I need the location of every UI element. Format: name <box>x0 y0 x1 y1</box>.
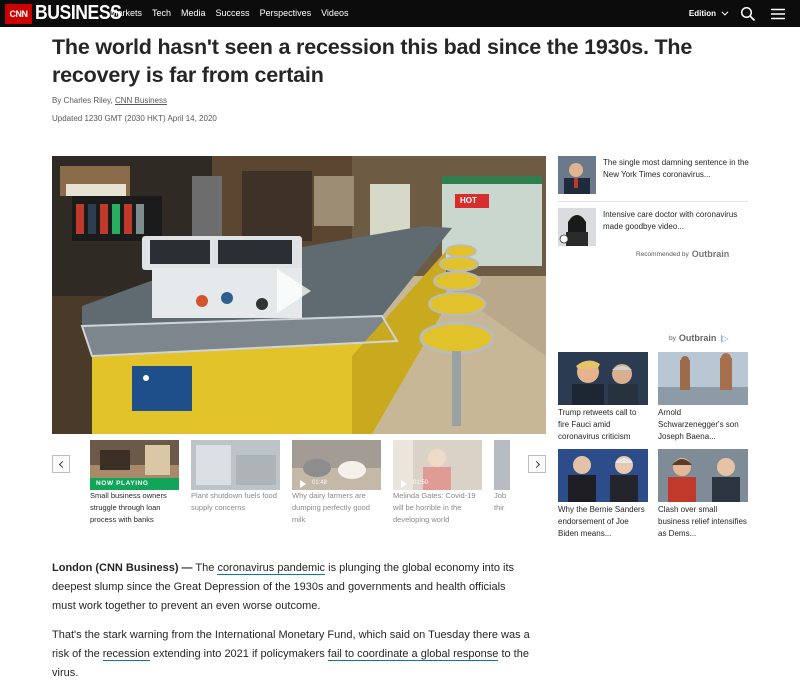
dateline: London (CNN Business) — <box>52 562 193 574</box>
chevron-left-icon <box>58 460 66 468</box>
link-coronavirus-pandemic[interactable]: coronavirus pandemic <box>217 562 326 575</box>
sponsored-card[interactable]: Arnold Schwarzenegger's son Joseph Baena… <box>658 352 748 443</box>
article-paragraph: London (CNN Business) — The coronavirus … <box>52 559 532 616</box>
edition-label: Edition <box>688 9 716 18</box>
card-caption: Arnold Schwarzenegger's son Joseph Baena… <box>658 408 739 441</box>
play-icon[interactable] <box>277 269 311 313</box>
search-icon[interactable] <box>740 6 756 22</box>
carousel-caption: Melinda Gates: Covid-19 will be horrible… <box>393 491 476 524</box>
recommended-item[interactable]: Intensive care doctor with coronavirus m… <box>558 208 750 248</box>
now-playing-badge: NOW PLAYING <box>90 478 179 490</box>
carousel-item[interactable]: 01:48 Why dairy farmers are dumping perf… <box>292 440 381 526</box>
mini-play-icon <box>401 480 407 488</box>
video-duration: 01:50 <box>413 480 429 486</box>
article-paragraph: That's the stark warning from the Intern… <box>52 626 532 681</box>
updated-timestamp: Updated 1230 GMT (2030 HKT) April 14, 20… <box>52 114 217 123</box>
adchoices-icon[interactable]: |▷ <box>720 334 728 343</box>
link-global-response[interactable]: fail to coordinate a global response <box>327 648 499 661</box>
paragraph-text: The <box>192 562 218 574</box>
paragraph-text: extending into 2021 if policymakers <box>149 648 328 660</box>
carousel-thumbnail: 01:48 <box>292 440 381 490</box>
carousel-caption: Small business owners struggle through l… <box>90 491 167 524</box>
by-label: by <box>669 334 676 342</box>
card-thumbnail <box>658 352 748 405</box>
by-outbrain[interactable]: by Outbrain |▷ <box>669 333 729 343</box>
card-caption: Trump retweets call to fire Fauci amid c… <box>558 408 637 441</box>
nav-link-media[interactable]: Media <box>181 0 206 27</box>
recommended-thumbnail <box>558 156 596 194</box>
carousel-item[interactable]: Plant shutdown fuels food supply concern… <box>191 440 280 514</box>
outbrain-logo: Outbrain <box>691 249 730 259</box>
recommended-by-label: Recommended by <box>636 250 689 258</box>
sponsored-card[interactable]: Why the Bernie Sanders endorsement of Jo… <box>558 449 648 540</box>
nav-right: Edition <box>689 0 800 27</box>
nav-link-videos[interactable]: Videos <box>321 0 348 27</box>
divider <box>558 201 748 202</box>
nav-links: Markets Tech Media Success Perspectives … <box>110 0 358 27</box>
business-logo[interactable]: BUSINESS <box>35 0 122 27</box>
card-thumbnail <box>658 449 748 502</box>
carousel-caption: Job thir <box>494 491 507 512</box>
sponsored-card[interactable]: Trump retweets call to fire Fauci amid c… <box>558 352 648 443</box>
edition-dropdown[interactable]: Edition <box>688 8 729 18</box>
mini-play-icon <box>300 480 306 488</box>
carousel-thumbnail <box>191 440 280 490</box>
carousel-next-button[interactable] <box>528 455 546 473</box>
sponsored-card[interactable]: Clash over small business relief intensi… <box>658 449 748 540</box>
carousel-thumbnail <box>494 440 510 490</box>
recommended-item[interactable]: The single most damning sentence in the … <box>558 156 750 196</box>
top-nav: CNN BUSINESS Markets Tech Media Success … <box>0 0 800 27</box>
card-caption: Why the Bernie Sanders endorsement of Jo… <box>558 505 645 538</box>
card-caption: Clash over small business relief intensi… <box>658 505 747 538</box>
carousel-thumbnail: NOW PLAYING <box>90 440 179 490</box>
recommended-title: Intensive care doctor with coronavirus m… <box>603 210 738 231</box>
recommended-thumbnail <box>558 208 596 246</box>
carousel-caption: Plant shutdown fuels food supply concern… <box>191 491 277 512</box>
hot-sign-text: HOT <box>460 196 477 205</box>
chevron-down-icon <box>721 8 729 16</box>
carousel-item[interactable]: NOW PLAYING Small business owners strugg… <box>90 440 179 526</box>
carousel-prev-button[interactable] <box>52 455 70 473</box>
carousel-caption: Why dairy farmers are dumping perfectly … <box>292 491 370 524</box>
article-headline: The world hasn't seen a recession this b… <box>52 35 693 87</box>
recommended-title: The single most damning sentence in the … <box>603 158 749 179</box>
card-thumbnail <box>558 449 648 502</box>
chevron-right-icon <box>532 460 540 468</box>
cnn-logo[interactable]: CNN <box>5 3 32 24</box>
byline-prefix: By Charles Riley, <box>52 96 115 105</box>
video-duration: 01:48 <box>312 480 328 486</box>
nav-link-success[interactable]: Success <box>216 0 250 27</box>
carousel-item[interactable]: Job thir <box>494 440 510 514</box>
recommended-by-outbrain[interactable]: Recommended by Outbrain <box>636 249 729 259</box>
carousel-item[interactable]: 01:50 Melinda Gates: Covid-19 will be ho… <box>393 440 482 526</box>
byline-link[interactable]: CNN Business <box>115 96 167 105</box>
nav-link-perspectives[interactable]: Perspectives <box>260 0 312 27</box>
outbrain-logo: Outbrain <box>678 333 717 343</box>
nav-link-tech[interactable]: Tech <box>152 0 171 27</box>
byline: By Charles Riley, CNN Business <box>52 96 167 105</box>
carousel-thumbnail: 01:50 <box>393 440 482 490</box>
card-thumbnail <box>558 352 648 405</box>
menu-icon[interactable] <box>770 6 786 22</box>
link-recession[interactable]: recession <box>102 648 150 661</box>
